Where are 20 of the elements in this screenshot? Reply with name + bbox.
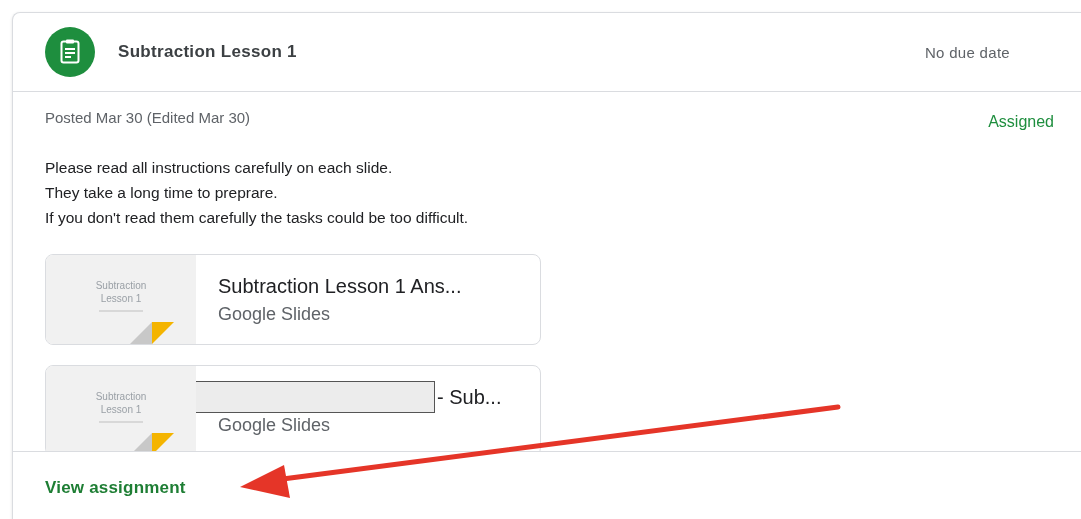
attachment-title: - Sub...	[437, 385, 502, 409]
thumbnail-text: Subtraction	[95, 279, 147, 292]
attachment-card[interactable]: Subtraction Lesson 1 Subtraction Lesson 1 Ans... Google Slides	[45, 254, 541, 345]
attachment-card[interactable]: Subtraction Lesson 1 - Sub... Google Slides	[45, 365, 541, 451]
instruction-text: Please read all instructions carefully on each slide.	[45, 158, 394, 178]
attachment-type: Google Slides	[218, 415, 332, 436]
thumbnail-text: Lesson 1	[100, 403, 142, 416]
slides-corner-icon	[130, 322, 174, 344]
due-date: No due date	[924, 43, 1010, 61]
attachment-type: Google Slides	[218, 304, 332, 325]
status-label: Assigned	[988, 113, 1054, 131]
view-assignment-link[interactable]: View assignment	[45, 478, 186, 497]
assignment-icon	[45, 27, 95, 77]
attachment-title: Subtraction Lesson 1 Ans...	[218, 274, 462, 298]
instruction-text: They take a long time to preprare.	[45, 183, 279, 203]
posted-date: Posted Mar 30 (Edited Mar 30)	[45, 109, 251, 126]
assignment-title: Subtraction Lesson 1	[118, 42, 298, 62]
instruction-text: If you don't read them carefully the tasks could be too difficult.	[45, 208, 470, 228]
thumbnail-text: Lesson 1	[100, 292, 142, 305]
thumbnail-text: Subtraction	[95, 390, 147, 403]
